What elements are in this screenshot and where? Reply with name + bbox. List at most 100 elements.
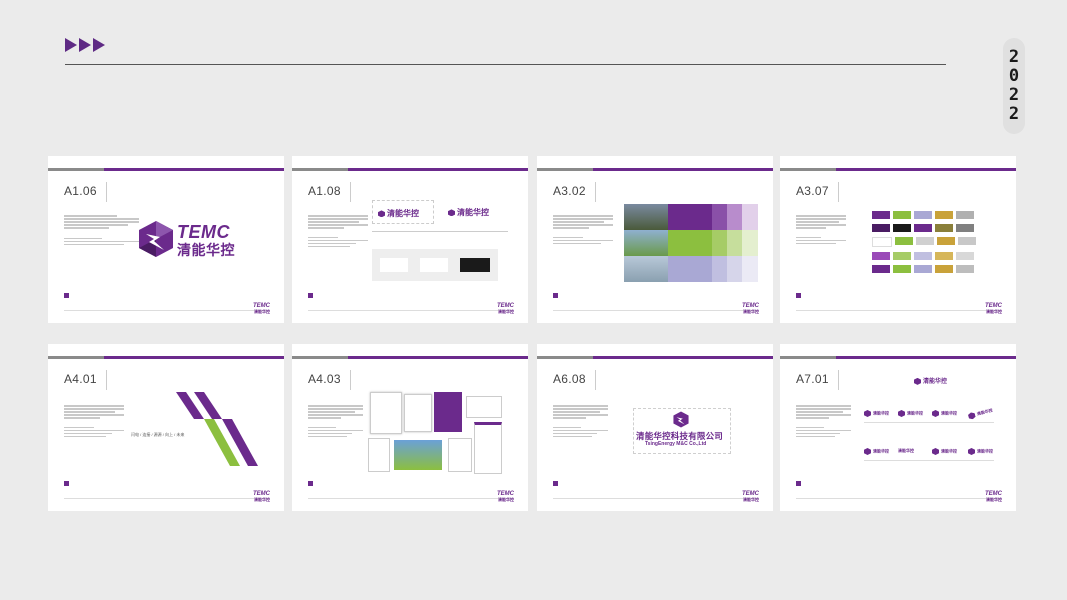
logo-text-cn: 清能华控 (457, 208, 489, 217)
logo-mark-icon (378, 210, 385, 218)
logo-text-cn: 清能华控 (941, 410, 957, 416)
page-thumbnail-a4-03[interactable]: A4.03 TEMC 清能华控 (292, 344, 528, 511)
footer-rule (553, 310, 757, 311)
page-code: A4.03 (308, 372, 341, 386)
footer-square (308, 481, 313, 486)
year-badge: 2 0 2 2 (1003, 38, 1025, 134)
logo-mark-icon (898, 410, 905, 417)
logo-misuse-example: 清能华控 (864, 448, 889, 455)
logo-misuse-example: 清能华控 (864, 410, 889, 417)
footer-logo: TEMC 清能华控 (985, 303, 1002, 314)
logo-mark-icon (914, 377, 921, 385)
page-thumbnail-a7-01[interactable]: A7.01 清能华控 清能华控 清能华控 清能华控 清能华控 清能华控 清能华控… (780, 344, 1016, 511)
page-code: A7.01 (796, 372, 829, 386)
stationery-mockup (368, 392, 502, 474)
logo-mark-icon (139, 221, 173, 257)
year-digit: 2 (1008, 85, 1020, 105)
header-bar-gray (780, 168, 838, 171)
footer-logo: TEMC 清能华控 (497, 303, 514, 314)
divider (595, 370, 596, 390)
footer-square (796, 293, 801, 298)
footer-rule (553, 498, 757, 499)
play-arrow-icon (93, 38, 105, 52)
footer-logo-cn: 清能华控 (743, 309, 759, 314)
divider (350, 182, 351, 202)
year-digit: 0 (1008, 66, 1020, 86)
header-bar-gray (780, 356, 838, 359)
text-block (64, 214, 139, 247)
logo-misuse-example: 清能华控 (932, 448, 957, 455)
footer-rule (308, 310, 512, 311)
footer-square (64, 293, 69, 298)
header-bar-gray (48, 356, 106, 359)
divider (106, 182, 107, 202)
logo-mark-icon (932, 410, 939, 417)
divider (838, 182, 839, 202)
page-code: A4.01 (64, 372, 97, 386)
footer-logo-cn: 清能华控 (254, 309, 270, 314)
header-bar-purple (348, 356, 528, 359)
footer-logo: TEMC 清能华控 (742, 491, 759, 502)
header-arrows (65, 38, 105, 52)
logo-variant-white (380, 258, 408, 272)
footer-rule (308, 498, 512, 499)
header-bar-gray (292, 356, 350, 359)
logo-mark-icon (864, 448, 871, 455)
header-bar-purple (593, 168, 773, 171)
page-code: A3.07 (796, 184, 829, 198)
play-arrow-icon (79, 38, 91, 52)
logo-text-cn: 清能华控 (873, 448, 889, 454)
footer-logo-cn: 清能华控 (498, 309, 514, 314)
header-bar-gray (48, 168, 106, 171)
footer-logo: TEMC 清能华控 (253, 303, 270, 314)
logo-color-grid (872, 211, 976, 273)
logo-text-cn: 清能华控 (387, 209, 419, 218)
color-palette-table (624, 204, 758, 282)
footer-logo-cn: 清能华控 (254, 497, 270, 502)
divider (864, 422, 994, 423)
header-bar-gray (537, 168, 595, 171)
logo-text-cn: 清能华控 (941, 448, 957, 454)
footer-logo: TEMC 清能华控 (253, 491, 270, 502)
footer-logo: TEMC 清能华控 (742, 303, 759, 314)
header-bar-purple (104, 356, 284, 359)
divider (350, 370, 351, 390)
page-thumbnail-a1-06[interactable]: A1.06 TEMC 清能华控 TEMC 清能华控 (48, 156, 284, 323)
page-thumbnail-a1-08[interactable]: A1.08 清能华控 清能华控 TEMC 清能华控 (292, 156, 528, 323)
text-block (308, 214, 368, 249)
page-thumbnail-a3-02[interactable]: A3.02 TEMC 清能华控 (537, 156, 773, 323)
brand-graphic-stripes (176, 392, 258, 466)
logo-mark-icon (968, 412, 977, 421)
logo-misuse-example: 清能华控 (898, 410, 923, 417)
logo-mark-icon (932, 448, 939, 455)
footer-rule (64, 498, 268, 499)
footer-logo: TEMC 清能华控 (985, 491, 1002, 502)
header-bar-purple (348, 168, 528, 171)
header-bar-gray (292, 168, 350, 171)
divider (372, 231, 508, 232)
logo-variants-panel (372, 249, 498, 281)
page-thumbnail-a4-01[interactable]: A4.01 闪电 / 连接 / 源源 / 向上 / 未来 TEMC 清能华控 (48, 344, 284, 511)
divider (106, 370, 107, 390)
footer-rule (796, 310, 1000, 311)
page-thumbnail-a6-08[interactable]: A6.08 清能华控科技有限公司 TsingEnergy M&C Co.,Ltd… (537, 344, 773, 511)
footer-rule (64, 310, 268, 311)
header-bar-purple (836, 356, 1016, 359)
logo-misuse-example: 清能华控 (932, 410, 957, 417)
footer-logo-cn: 清能华控 (986, 497, 1002, 502)
footer-logo-cn: 清能华控 (743, 497, 759, 502)
page-thumbnail-a3-07[interactable]: A3.07 TEMC 清能华控 (780, 156, 1016, 323)
logo-mark-icon (968, 448, 975, 455)
footer-rule (796, 498, 1000, 499)
page-code: A6.08 (553, 372, 586, 386)
logo-text-cn: 清能华控 (907, 410, 923, 416)
logo-lockup: 清能华控 (914, 376, 947, 385)
footer-logo-cn: 清能华控 (498, 497, 514, 502)
page-code: A3.02 (553, 184, 586, 198)
logo-text-cn: 清能华控 (873, 410, 889, 416)
logo-mark-icon (673, 411, 689, 428)
text-block (553, 214, 613, 246)
logo-text-cn: 清能华控 (898, 448, 914, 453)
text-block (553, 404, 608, 439)
divider (838, 370, 839, 390)
